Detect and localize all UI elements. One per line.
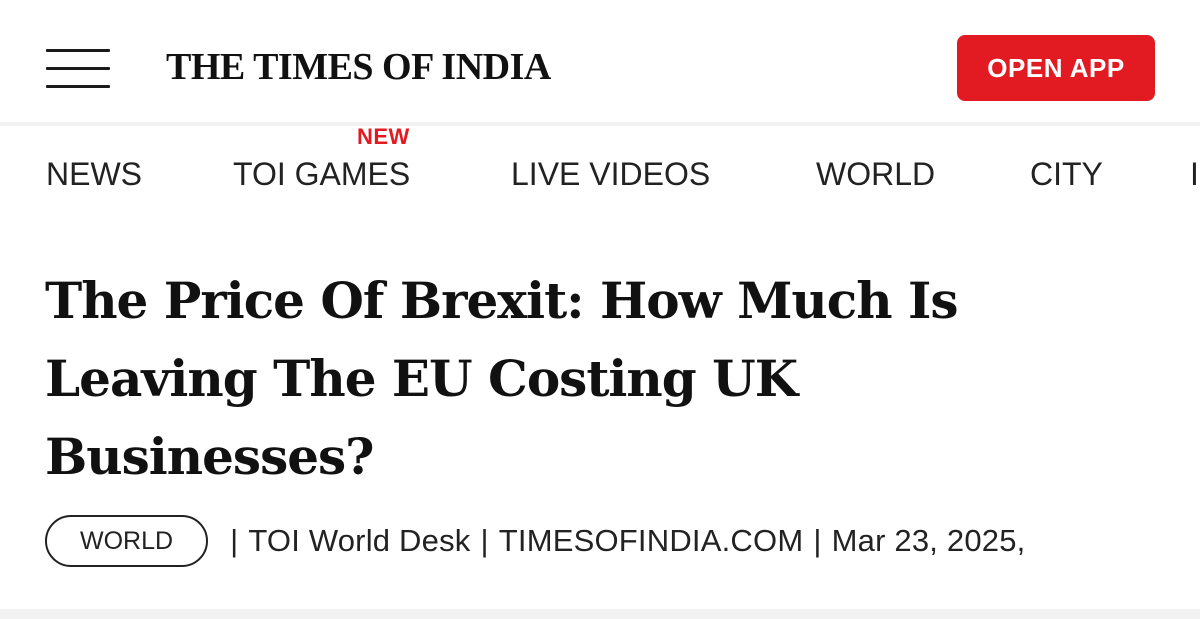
- site-header: THE TIMES OF INDIA OPEN APP: [0, 0, 1200, 126]
- nav-item-city[interactable]: CITY: [1030, 156, 1103, 193]
- article-meta: WORLD | TOI World Desk | TIMESOFINDIA.COM | M…: [45, 513, 1026, 569]
- section-divider: [0, 609, 1200, 619]
- meta-separator: |: [813, 523, 822, 558]
- author-name: TOI World Desk: [248, 523, 471, 558]
- section-nav: NEWS TOI GAMES NEW LIVE VIDEOS WORLD CIT…: [0, 126, 1200, 234]
- nav-item-overflow[interactable]: I: [1190, 156, 1199, 193]
- meta-separator: |: [230, 523, 239, 558]
- site-logo[interactable]: THE TIMES OF INDIA: [166, 45, 551, 89]
- source-name: TIMESOFINDIA.COM: [498, 523, 804, 558]
- nav-item-news[interactable]: NEWS: [46, 156, 142, 193]
- article-headline: The Price Of Brexit: How Much Is Leaving…: [45, 271, 959, 486]
- section-tag-button[interactable]: WORLD: [45, 515, 209, 567]
- hamburger-menu-icon[interactable]: [46, 49, 110, 89]
- byline: | TOI World Desk | TIMESOFINDIA.COM | Mar 23,…: [220, 523, 1025, 559]
- open-app-button[interactable]: OPEN APP: [957, 35, 1155, 101]
- new-badge: NEW: [357, 126, 410, 149]
- meta-separator: |: [480, 523, 489, 558]
- nav-item-toi-games[interactable]: TOI GAMES: [233, 156, 410, 193]
- nav-item-live-videos[interactable]: LIVE VIDEOS: [511, 156, 710, 193]
- publish-date: Mar 23, 2025,: [831, 523, 1026, 558]
- nav-item-world[interactable]: WORLD: [816, 156, 935, 193]
